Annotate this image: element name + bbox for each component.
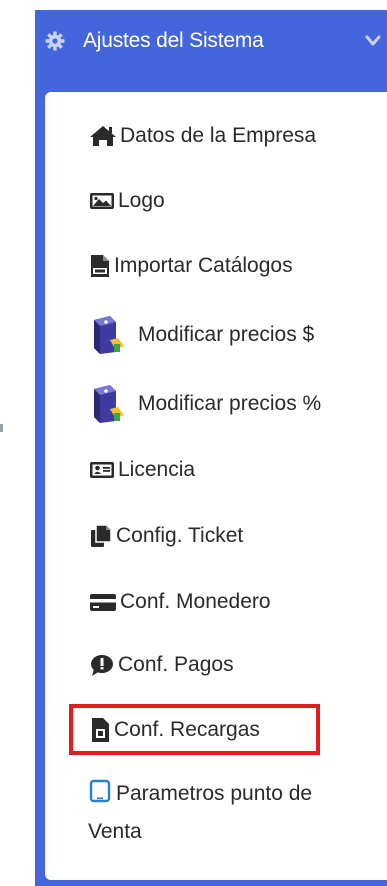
menu-item-label: Datos de la Empresa bbox=[120, 124, 317, 147]
gear-icon bbox=[45, 31, 65, 51]
menu-item-recharges-config[interactable]: Conf. Recargas bbox=[88, 710, 260, 750]
menu-item-modify-prices-amount[interactable]: Modificar precios $ bbox=[88, 311, 314, 359]
price-tag-icon bbox=[88, 314, 126, 356]
csv-file-icon bbox=[88, 254, 112, 278]
sim-card-icon bbox=[88, 717, 112, 743]
menu-item-label: Conf. Pagos bbox=[118, 653, 234, 676]
comment-icon bbox=[88, 653, 116, 677]
menu-item-label: Logo bbox=[118, 189, 165, 212]
menu-item-label: Modificar precios % bbox=[138, 392, 322, 415]
menu-item-license[interactable]: Licencia bbox=[88, 450, 195, 490]
menu-item-wallet-config[interactable]: Conf. Monedero bbox=[88, 582, 271, 622]
system-settings-title: Ajustes del Sistema bbox=[83, 29, 264, 52]
menu-item-label: Parametros punto de Venta bbox=[88, 782, 313, 843]
menu-item-modify-prices-percent[interactable]: Modificar precios % bbox=[88, 380, 321, 428]
id-card-icon bbox=[88, 459, 116, 481]
system-settings-header[interactable]: Ajustes del Sistema bbox=[35, 10, 387, 72]
image-icon bbox=[88, 190, 116, 212]
menu-item-label: Conf. Recargas bbox=[114, 718, 260, 741]
menu-item-label: Importar Catálogos bbox=[114, 254, 293, 277]
credit-card-icon bbox=[88, 591, 118, 613]
copy-icon bbox=[88, 524, 114, 548]
menu-item-label: Licencia bbox=[118, 458, 196, 481]
menu-item-import-catalogs[interactable]: Importar Catálogos bbox=[88, 246, 293, 286]
menu-item-company-data[interactable]: Datos de la Empresa bbox=[88, 116, 316, 156]
left-edge-mark bbox=[0, 424, 3, 432]
tablet-icon bbox=[88, 779, 112, 814]
menu-item-ticket-config[interactable]: Config. Ticket bbox=[88, 516, 243, 556]
menu-item-label: Modificar precios $ bbox=[138, 323, 315, 346]
menu-item-pos-parameters[interactable]: Parametros punto de Venta bbox=[88, 776, 368, 849]
menu-item-label: Config. Ticket bbox=[116, 524, 244, 547]
menu-item-payments-config[interactable]: Conf. Pagos bbox=[88, 645, 234, 685]
price-tag-icon bbox=[88, 383, 126, 425]
menu-item-label: Conf. Monedero bbox=[120, 590, 271, 613]
home-icon bbox=[88, 124, 118, 148]
menu-item-logo[interactable]: Logo bbox=[88, 181, 165, 221]
chevron-down-icon[interactable] bbox=[365, 35, 381, 47]
